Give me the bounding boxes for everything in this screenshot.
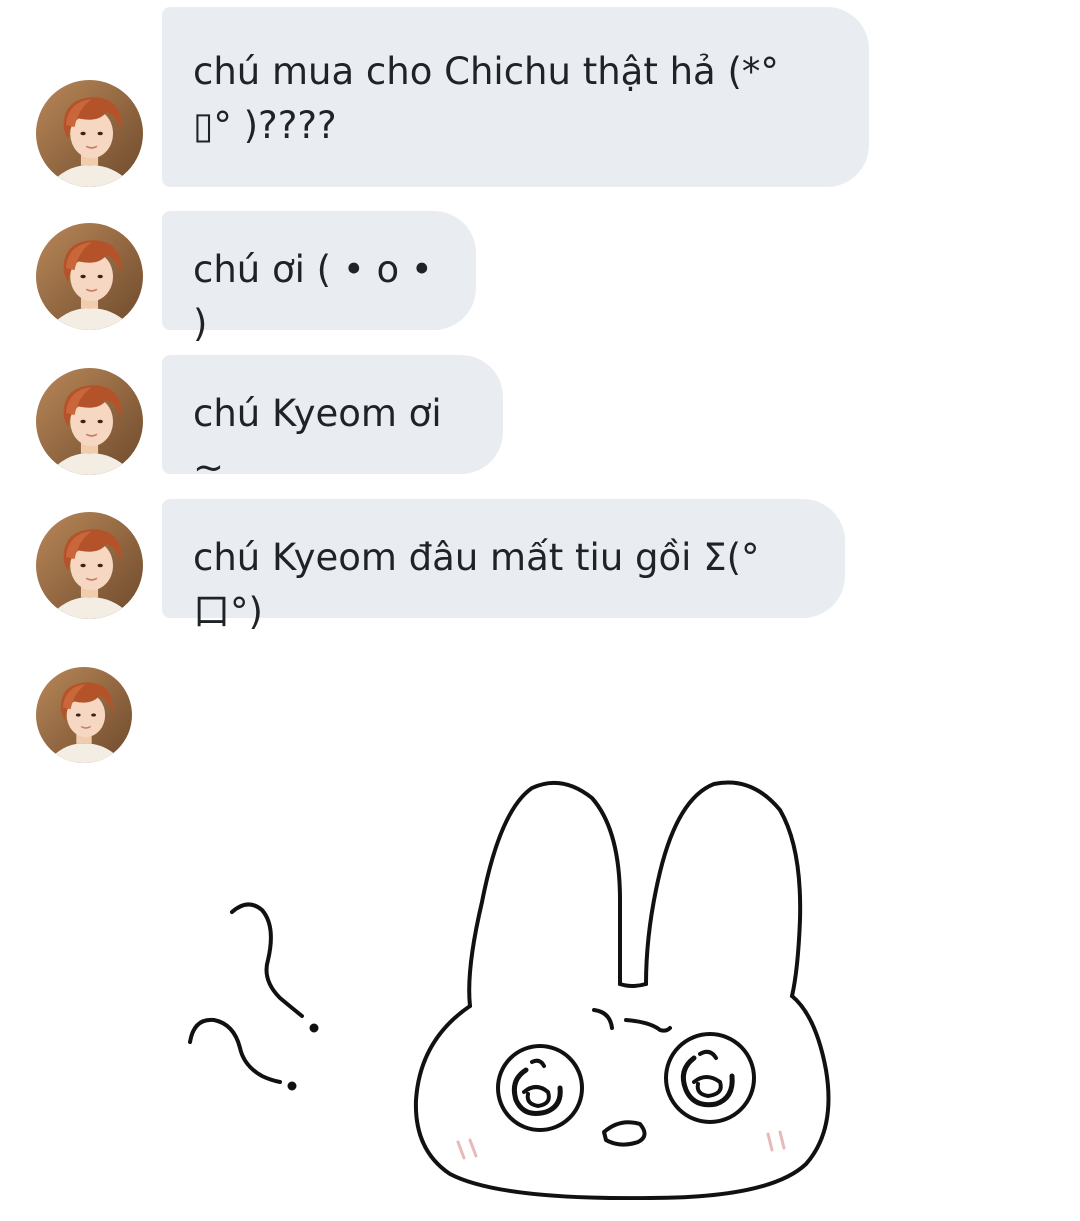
avatar[interactable]	[36, 368, 143, 475]
avatar-image	[36, 368, 143, 475]
message-bubble[interactable]: chú Kyeom ơi ~	[162, 355, 503, 489]
avatar-image	[36, 667, 132, 763]
avatar-image	[36, 512, 143, 619]
avatar[interactable]	[36, 512, 143, 619]
avatar[interactable]	[36, 667, 132, 763]
message-bubble[interactable]: chú Kyeom đâu mất tiu gồi Σ(°口°)	[162, 499, 845, 633]
message-bubble[interactable]: chú mua cho Chichu thật hả (*° ▯° )????	[162, 7, 869, 187]
bunny-sticker-icon[interactable]	[180, 770, 860, 1201]
avatar-image	[36, 223, 143, 330]
avatar[interactable]	[36, 223, 143, 330]
message-bubble[interactable]: chú ơi ( • o • )	[162, 211, 476, 345]
avatar[interactable]	[36, 80, 143, 187]
avatar-image	[36, 80, 143, 187]
